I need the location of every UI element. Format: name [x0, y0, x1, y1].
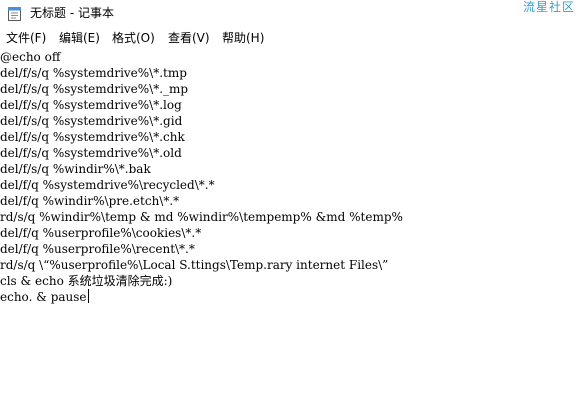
watermark-text: 流星社区 [522, 0, 575, 14]
menu-view[interactable]: 查看(V) [168, 30, 210, 46]
menu-bar: 文件(F) 编辑(E) 格式(O) 查看(V) 帮助(H) [0, 28, 577, 48]
editor-line-text: echo. & pause [0, 290, 87, 304]
editor-line: del/f/s/q %systemdrive%\*.log [0, 98, 182, 112]
editor-line: del/f/s/q %systemdrive%\*.tmp [0, 66, 187, 80]
editor-line: cls & echo 系统垃圾清除完成:) [0, 274, 173, 288]
editor-line: rd/s/q \“%userprofile%\Local S.ttings\Te… [0, 258, 389, 272]
text-caret [87, 289, 89, 303]
editor-line: del/f/q %windir%\pre.etch\*.* [0, 194, 180, 208]
editor-line: del/f/q %userprofile%\recent\*.* [0, 242, 195, 256]
editor-line: del/f/s/q %systemdrive%\*.gid [0, 114, 183, 128]
editor-line: del/f/q %systemdrive%\recycled\*.* [0, 178, 215, 192]
editor-line: rd/s/q %windir%\temp & md %windir%\tempe… [0, 210, 403, 224]
menu-format[interactable]: 格式(O) [112, 30, 155, 46]
menu-edit[interactable]: 编辑(E) [59, 30, 100, 46]
editor-line: echo. & pause [0, 289, 89, 305]
notepad-icon [8, 6, 21, 21]
editor-line: del/f/s/q %windir%\*.bak [0, 162, 151, 176]
menu-file[interactable]: 文件(F) [6, 30, 46, 46]
text-editor-area[interactable]: @echo off del/f/s/q %systemdrive%\*.tmp … [0, 48, 577, 411]
editor-line: del/f/s/q %systemdrive%\*._mp [0, 82, 189, 96]
window-title: 无标题 - 记事本 [30, 6, 114, 20]
editor-line: @echo off [0, 50, 61, 64]
editor-line: del/f/q %userprofile%\cookies\*.* [0, 226, 202, 240]
editor-line: del/f/s/q %systemdrive%\*.chk [0, 130, 185, 144]
menu-help[interactable]: 帮助(H) [222, 30, 264, 46]
title-bar: 无标题 - 记事本 流星社区 [0, 0, 577, 28]
editor-line: del/f/s/q %systemdrive%\*.old [0, 146, 182, 160]
